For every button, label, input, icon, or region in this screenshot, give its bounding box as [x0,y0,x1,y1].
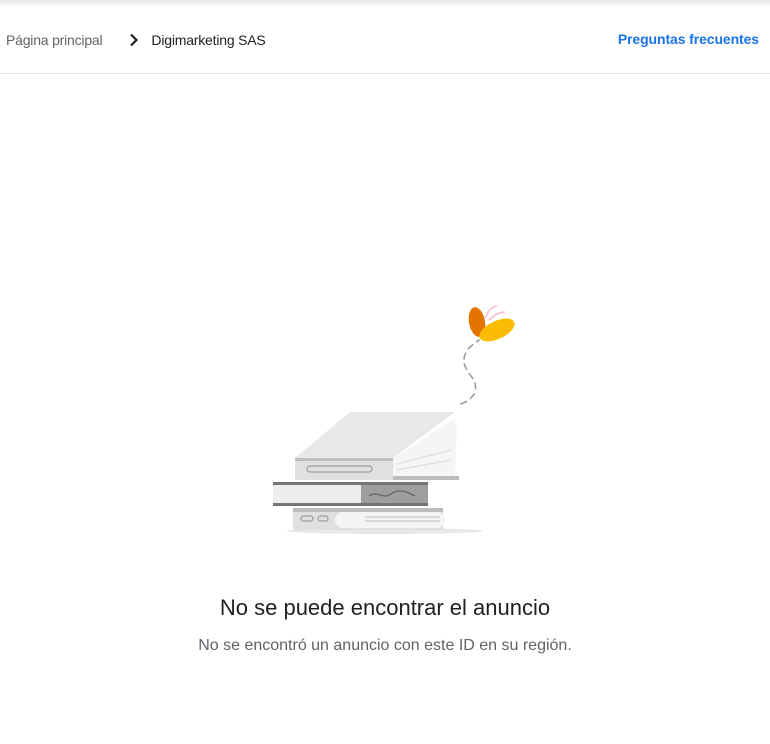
top-shadow [0,0,770,7]
faq-link[interactable]: Preguntas frecuentes [618,31,759,47]
chevron-right-icon [129,33,139,47]
butterfly-icon [468,305,515,342]
empty-state-title: No se puede encontrar el anuncio [219,595,551,620]
books-with-butterfly-illustration [265,300,525,540]
empty-state-message: No se encontró un anuncio con este ID en… [198,637,572,654]
page-header: Página principal Digimarketing SAS Pregu… [0,7,770,74]
breadcrumb-current: Digimarketing SAS [151,32,266,48]
breadcrumb: Página principal Digimarketing SAS [6,31,266,49]
breadcrumb-home-link[interactable]: Página principal [6,32,103,48]
